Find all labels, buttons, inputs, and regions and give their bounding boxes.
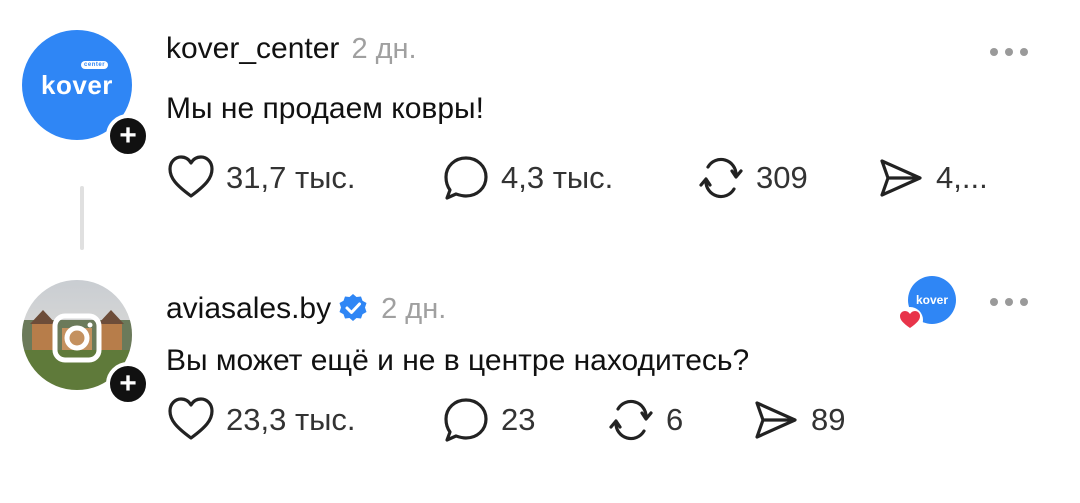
repost-icon xyxy=(609,399,653,441)
mini-avatar-logo: kover xyxy=(915,293,949,307)
heart-icon xyxy=(168,397,214,440)
plus-icon: + xyxy=(119,119,137,152)
post-text: Вы может ещё и не в центре находитесь? xyxy=(166,344,750,377)
comment-button[interactable]: 4,3 тыс. xyxy=(441,153,613,203)
repost-button[interactable]: 6 xyxy=(606,395,683,445)
like-button[interactable]: 23,3 тыс. xyxy=(166,395,356,445)
plus-icon: + xyxy=(119,367,137,400)
avatar-logo-text: kover xyxy=(41,69,113,100)
comment-icon xyxy=(444,156,488,200)
more-button[interactable] xyxy=(990,48,1028,56)
like-count: 23,3 тыс. xyxy=(226,402,356,437)
repost-icon xyxy=(699,157,743,199)
repost-count: 309 xyxy=(756,160,808,195)
heart-icon xyxy=(168,155,214,198)
post-header: aviasales.by 2 дн. xyxy=(166,286,446,326)
verified-icon xyxy=(339,294,367,321)
more-icon xyxy=(990,48,998,56)
liked-heart-icon xyxy=(897,307,923,333)
avatar-container[interactable]: + xyxy=(22,280,150,406)
share-button[interactable]: 4,... xyxy=(876,153,988,203)
thread-line xyxy=(80,186,84,250)
comment-count: 4,3 тыс. xyxy=(501,160,614,195)
more-icon xyxy=(990,298,998,306)
thread-post: + aviasales.by 2 дн. kover Вы может ещё … xyxy=(0,262,1080,503)
comment-icon xyxy=(444,398,488,442)
follow-button[interactable]: + xyxy=(106,362,150,406)
avatar-container[interactable]: kover center + xyxy=(22,30,150,158)
share-count: 89 xyxy=(811,402,846,437)
comment-count: 23 xyxy=(501,402,536,437)
repost-button[interactable]: 309 xyxy=(696,153,808,203)
share-button[interactable]: 89 xyxy=(751,395,845,445)
avatar-logo-pill: center xyxy=(81,60,109,69)
thread-post: kover center + kover_center 2 дн. Мы не … xyxy=(0,0,1080,262)
share-icon xyxy=(880,159,922,197)
username[interactable]: aviasales.by xyxy=(166,292,331,326)
follow-button[interactable]: + xyxy=(106,114,150,158)
timestamp: 2 дн. xyxy=(381,293,447,325)
repost-count: 6 xyxy=(666,402,684,437)
kover-logo: kover center xyxy=(41,60,113,101)
share-count: 4,... xyxy=(936,160,988,195)
post-text: Мы не продаем ковры! xyxy=(166,92,484,125)
comment-button[interactable]: 23 xyxy=(441,395,535,445)
username[interactable]: kover_center xyxy=(166,32,339,66)
post-header: kover_center 2 дн. xyxy=(166,32,417,66)
share-icon xyxy=(755,401,797,439)
like-count: 31,7 тыс. xyxy=(226,160,356,195)
more-button[interactable] xyxy=(990,298,1028,306)
timestamp: 2 дн. xyxy=(351,33,417,65)
like-button[interactable]: 31,7 тыс. xyxy=(166,153,356,203)
